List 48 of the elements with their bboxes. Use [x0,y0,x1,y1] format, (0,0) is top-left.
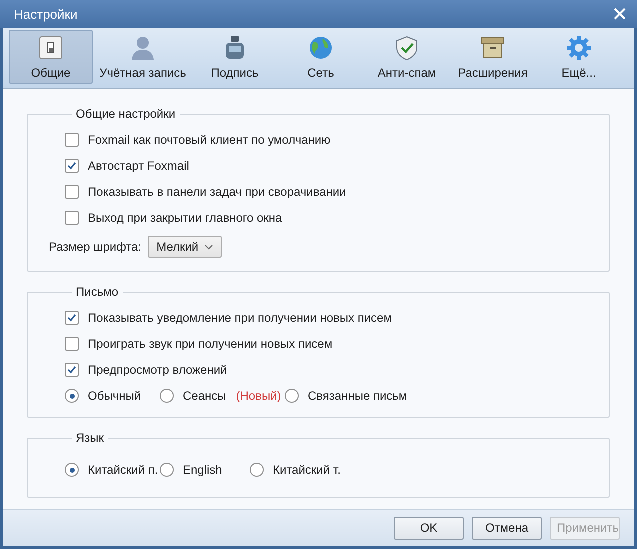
radio-label: Обычный [88,389,142,403]
checkbox-label: Показывать в панели задач при сворачивании [88,185,346,199]
settings-tab[interactable]: Ещё... [537,30,621,84]
globe-icon [307,34,335,62]
checkbox-label: Выход при закрытии главного окна [88,211,282,225]
radio-label: English [183,463,222,477]
gear-icon [565,34,593,62]
radio-button[interactable] [65,463,79,477]
settings-tab[interactable]: Анти-спам [365,30,449,84]
dialog-button[interactable]: OK [394,516,464,540]
checkbox[interactable] [65,311,79,325]
settings-tab[interactable]: Учётная запись [95,30,191,84]
checkbox[interactable] [65,159,79,173]
settings-tab[interactable]: Общие [9,30,93,84]
radio-button[interactable] [285,389,299,403]
checkbox[interactable] [65,133,79,147]
checkbox[interactable] [65,363,79,377]
radio-label: Китайский т. [273,463,341,477]
dialog-button[interactable]: Отмена [472,516,542,540]
radio-button[interactable] [160,463,174,477]
checkbox-label: Предпросмотр вложений [88,363,228,377]
radio-label: Связанные письм [308,389,408,403]
radio-label: Китайский п. [88,463,158,477]
group-title: Общие настройки [75,107,177,121]
settings-tab[interactable]: Подпись [193,30,277,84]
radio-button[interactable] [250,463,264,477]
checkbox-label: Автостарт Foxmail [88,159,190,173]
radio-button[interactable] [160,389,174,403]
settings-tab[interactable]: Расширения [451,30,535,84]
checkbox-label: Показывать уведомление при получении новых писем [88,311,392,325]
group-title: Письмо [75,285,120,299]
new-label: (Новый) [236,389,282,403]
checkbox[interactable] [65,185,79,199]
checkbox[interactable] [65,211,79,225]
checkbox-label: Foxmail как почтовый клиент по умолчанию [88,133,331,147]
settings-tab[interactable]: Сеть [279,30,363,84]
caret-icon [204,244,213,250]
checkbox[interactable] [65,337,79,351]
radio-button[interactable] [65,389,79,403]
font-size-dropdown[interactable]: Мелкий [148,236,222,258]
field-label: Размер шрифта: [49,240,142,254]
checkbox-label: Проиграть звук при получении новых писем [88,337,333,351]
close-icon[interactable] [613,7,627,21]
person-icon [129,34,157,62]
radio-label: Сеансы [183,389,226,403]
panel-icon [37,34,65,62]
window-title: Настройки [14,6,78,22]
group-title: Язык [75,431,106,445]
